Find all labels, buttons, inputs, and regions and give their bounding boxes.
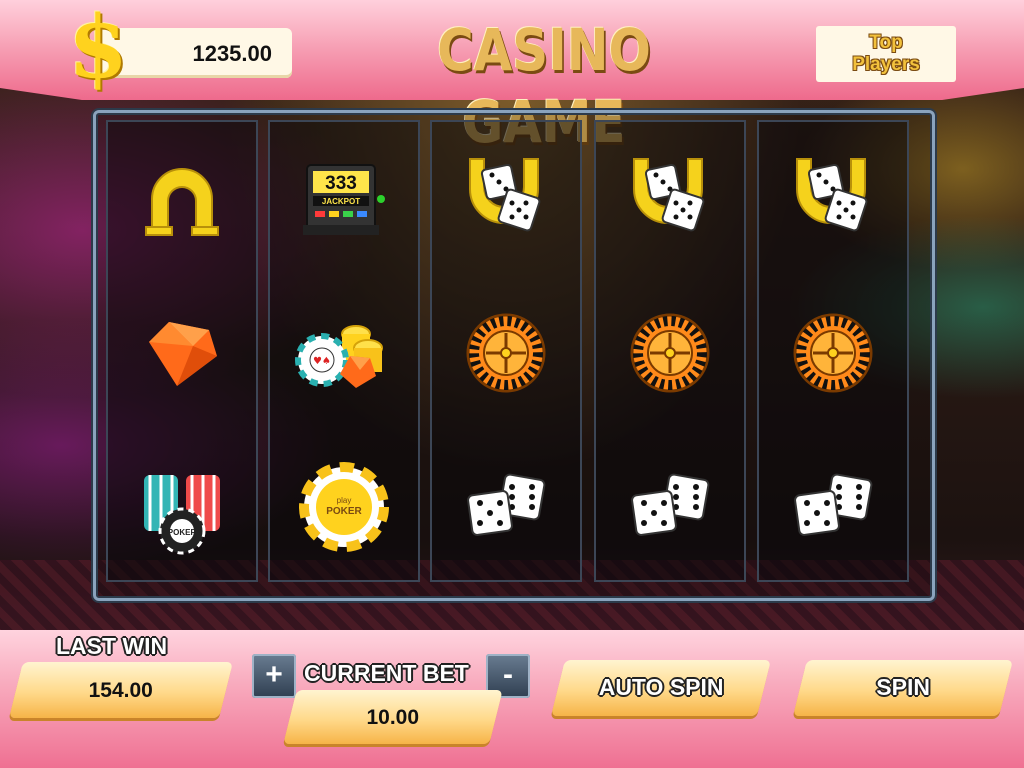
chips-and-gem-icon: ♥♠ <box>270 276 418 430</box>
current-bet-label: CURRENT BET <box>304 660 469 686</box>
top-players-label-line1: Top <box>869 32 903 53</box>
dice-pair-icon <box>432 430 580 584</box>
svg-text:POKER: POKER <box>168 528 197 537</box>
last-win-label: LAST WIN <box>56 633 168 659</box>
spin-button[interactable]: SPIN <box>793 660 1013 716</box>
dice-pair-icon <box>759 430 907 584</box>
last-win-value: 154.00 <box>88 679 153 702</box>
poker-chip-line1: play <box>337 496 352 505</box>
reel-1: POKER <box>106 120 258 582</box>
horseshoe-dice-icon <box>596 122 744 276</box>
current-bet-value: 10.00 <box>366 706 420 729</box>
last-win-display: 154.00 <box>9 662 233 718</box>
reel-2: 333 JACKPOT ♥♠ play POKER <box>268 120 420 582</box>
horseshoe-dice-icon <box>432 122 580 276</box>
roulette-wheel-icon <box>432 276 580 430</box>
jackpot-digits: 333 <box>325 173 357 194</box>
top-players-button[interactable]: Top Players <box>816 26 956 82</box>
increase-bet-button[interactable]: + <box>252 654 296 698</box>
gem-icon <box>108 276 256 430</box>
balance-value: 1235.00 <box>192 41 272 66</box>
reel-3 <box>430 120 582 582</box>
chip-stacks-icon: POKER <box>108 430 256 584</box>
roulette-wheel-icon <box>759 276 907 430</box>
auto-spin-label: AUTO SPIN <box>598 674 724 700</box>
reel-4 <box>594 120 746 582</box>
top-players-label-line2: Players <box>852 54 920 75</box>
dice-pair-icon <box>596 430 744 584</box>
reel-5 <box>757 120 909 582</box>
balance-display: 1235.00 <box>100 28 292 78</box>
auto-spin-button[interactable]: AUTO SPIN <box>551 660 771 716</box>
svg-text:♥♠: ♥♠ <box>313 356 331 367</box>
dollar-icon: $ <box>68 0 128 98</box>
current-bet-display: 10.00 <box>283 690 503 744</box>
horseshoe-icon <box>108 122 256 276</box>
horseshoe-dice-icon <box>759 122 907 276</box>
poker-chip-icon: play POKER <box>270 430 418 584</box>
poker-chip-line2: POKER <box>326 506 362 517</box>
spin-label: SPIN <box>876 674 930 700</box>
roulette-wheel-icon <box>596 276 744 430</box>
jackpot-label: JACKPOT <box>322 197 360 206</box>
jackpot-slot-machine-icon: 333 JACKPOT <box>270 122 418 276</box>
